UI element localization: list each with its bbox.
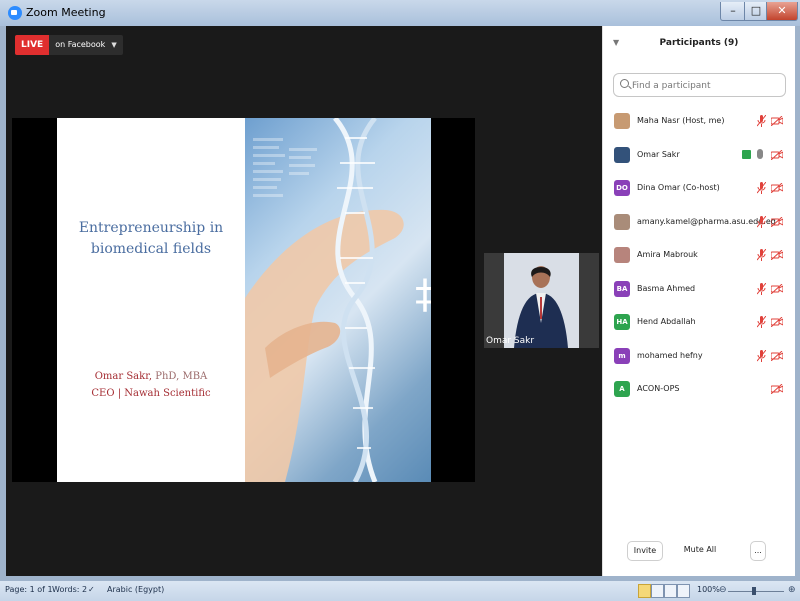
participant-row[interactable]: m mohamed hefny: [603, 341, 795, 375]
web-layout-view-icon[interactable]: [664, 584, 677, 598]
zoom-in-icon[interactable]: ⊕: [788, 585, 796, 595]
video-off-icon[interactable]: [771, 149, 783, 160]
more-options-button[interactable]: ...: [750, 541, 766, 561]
video-off-icon[interactable]: [771, 250, 783, 260]
close-button[interactable]: ✕: [766, 2, 798, 21]
avatar: [614, 247, 630, 263]
video-off-icon[interactable]: [771, 384, 783, 394]
participant-name: Hend Abdallah: [637, 317, 696, 326]
avatar: A: [614, 381, 630, 397]
window-title: Zoom Meeting: [26, 6, 106, 19]
dna-hand-illustration: ‡: [245, 118, 431, 482]
proofing-icon[interactable]: ✓: [88, 585, 95, 594]
live-target-dropdown[interactable]: on Facebook ▼: [49, 35, 123, 55]
mic-muted-icon[interactable]: [757, 215, 766, 228]
participant-name: Amira Mabrouk: [637, 250, 698, 259]
zoom-app-icon: [8, 6, 22, 20]
author-degrees: PhD, MBA: [155, 371, 208, 382]
maximize-button[interactable]: □: [744, 2, 768, 21]
avatar: HA: [614, 314, 630, 330]
participant-row[interactable]: Omar Sakr: [603, 140, 795, 174]
live-target-label: on Facebook: [55, 40, 106, 49]
author-name: Omar Sakr,: [94, 371, 153, 382]
participant-name: amany.kamel@pharma.asu.edu.eg: [637, 216, 776, 226]
chevron-down-icon: ▼: [111, 41, 117, 49]
participants-footer: Invite Mute All ...: [603, 538, 795, 564]
participant-row[interactable]: Amira Mabrouk: [603, 240, 795, 274]
avatar: BA: [614, 280, 630, 297]
video-off-icon[interactable]: [771, 317, 783, 327]
slide-text-panel: Entrepreneurship in biomedical fields Om…: [57, 118, 245, 482]
participants-panel: ▼ Participants (9) Maha Nasr (Host, me) …: [602, 26, 795, 576]
invite-button[interactable]: Invite: [627, 541, 663, 561]
participant-row[interactable]: Maha Nasr (Host, me): [603, 106, 795, 140]
print-layout-view-icon[interactable]: [638, 584, 651, 598]
live-stream-badge[interactable]: LIVE on Facebook ▼: [15, 35, 123, 55]
participant-search-input[interactable]: [630, 77, 784, 95]
video-area: LIVE on Facebook ▼ Entrepreneurship in b…: [6, 26, 602, 576]
mute-all-button[interactable]: Mute All: [683, 541, 717, 561]
shared-screen: Entrepreneurship in biomedical fields Om…: [12, 118, 475, 482]
window-titlebar: Zoom Meeting – □ ✕: [0, 0, 800, 26]
minimize-button[interactable]: –: [720, 2, 746, 21]
mic-muted-icon[interactable]: [757, 282, 766, 295]
mic-muted-icon[interactable]: [757, 182, 766, 194]
participant-name: Basma Ahmed: [637, 283, 696, 293]
avatar: [614, 113, 630, 129]
participant-video-tile[interactable]: Omar Sakr: [484, 253, 599, 348]
slide-author: Omar Sakr, PhD, MBA CEO | Nawah Scientif…: [57, 368, 245, 402]
mic-muted-icon[interactable]: [757, 349, 766, 362]
mic-muted-icon[interactable]: [757, 115, 766, 127]
zoom-slider-track[interactable]: [728, 591, 784, 592]
mic-on-icon[interactable]: [757, 148, 763, 159]
mic-muted-icon[interactable]: [757, 249, 766, 261]
participant-name: Maha Nasr (Host, me): [637, 116, 725, 125]
word-count[interactable]: Words: 2: [52, 585, 87, 594]
screen-share-icon: [742, 149, 751, 159]
video-off-icon[interactable]: [771, 116, 783, 126]
video-off-icon[interactable]: [771, 283, 783, 294]
speaker-figure: [514, 266, 568, 348]
search-icon: [620, 79, 629, 88]
participant-row[interactable]: HA Hend Abdallah: [603, 307, 795, 341]
avatar: [614, 146, 630, 163]
participant-name: Omar Sakr: [637, 149, 680, 159]
slide-title-line1: Entrepreneurship in: [78, 220, 224, 236]
participants-header: Participants (9): [659, 38, 739, 48]
participant-name: mohamed hefny: [637, 350, 703, 360]
participants-list: Maha Nasr (Host, me) Omar Sakr DO Dina O…: [603, 106, 795, 408]
slide-dna-image: ‡: [245, 118, 431, 482]
svg-text:‡: ‡: [415, 272, 431, 318]
participant-row[interactable]: DO Dina Omar (Co-host): [603, 173, 795, 207]
page-count[interactable]: Page: 1 of 1: [5, 585, 53, 594]
language-indicator[interactable]: Arabic (Egypt): [107, 585, 164, 594]
avatar: [614, 213, 630, 230]
zoom-out-icon[interactable]: ⊖: [719, 585, 727, 595]
participant-search[interactable]: [613, 73, 786, 97]
word-status-bar: Page: 1 of 1 Words: 2 ✓ Arabic (Egypt) 1…: [0, 580, 800, 601]
participant-name: Dina Omar (Co-host): [637, 183, 720, 192]
participant-row[interactable]: amany.kamel@pharma.asu.edu.eg: [603, 207, 795, 241]
zoom-meeting-window: LIVE on Facebook ▼ Entrepreneurship in b…: [6, 26, 795, 576]
full-screen-view-icon[interactable]: [651, 584, 664, 598]
participant-row[interactable]: BA Basma Ahmed: [603, 274, 795, 308]
mic-muted-icon[interactable]: [757, 316, 766, 328]
slide-title: Entrepreneurship in biomedical fields: [57, 218, 245, 260]
outline-view-icon[interactable]: [677, 584, 690, 598]
video-off-icon[interactable]: [771, 183, 783, 193]
video-off-icon[interactable]: [771, 350, 783, 361]
avatar: m: [614, 347, 630, 364]
slide-title-line2: biomedical fields: [90, 241, 212, 257]
participant-row[interactable]: A ACON-OPS: [603, 374, 795, 408]
participant-name: ACON-OPS: [637, 384, 680, 393]
zoom-level[interactable]: 100%: [697, 585, 720, 594]
avatar: DO: [614, 180, 630, 196]
live-label: LIVE: [15, 35, 50, 55]
video-tile-name: Omar Sakr: [486, 336, 535, 346]
zoom-slider-knob[interactable]: [752, 587, 756, 595]
video-off-icon[interactable]: [771, 216, 783, 227]
author-role: CEO | Nawah Scientific: [91, 388, 211, 399]
